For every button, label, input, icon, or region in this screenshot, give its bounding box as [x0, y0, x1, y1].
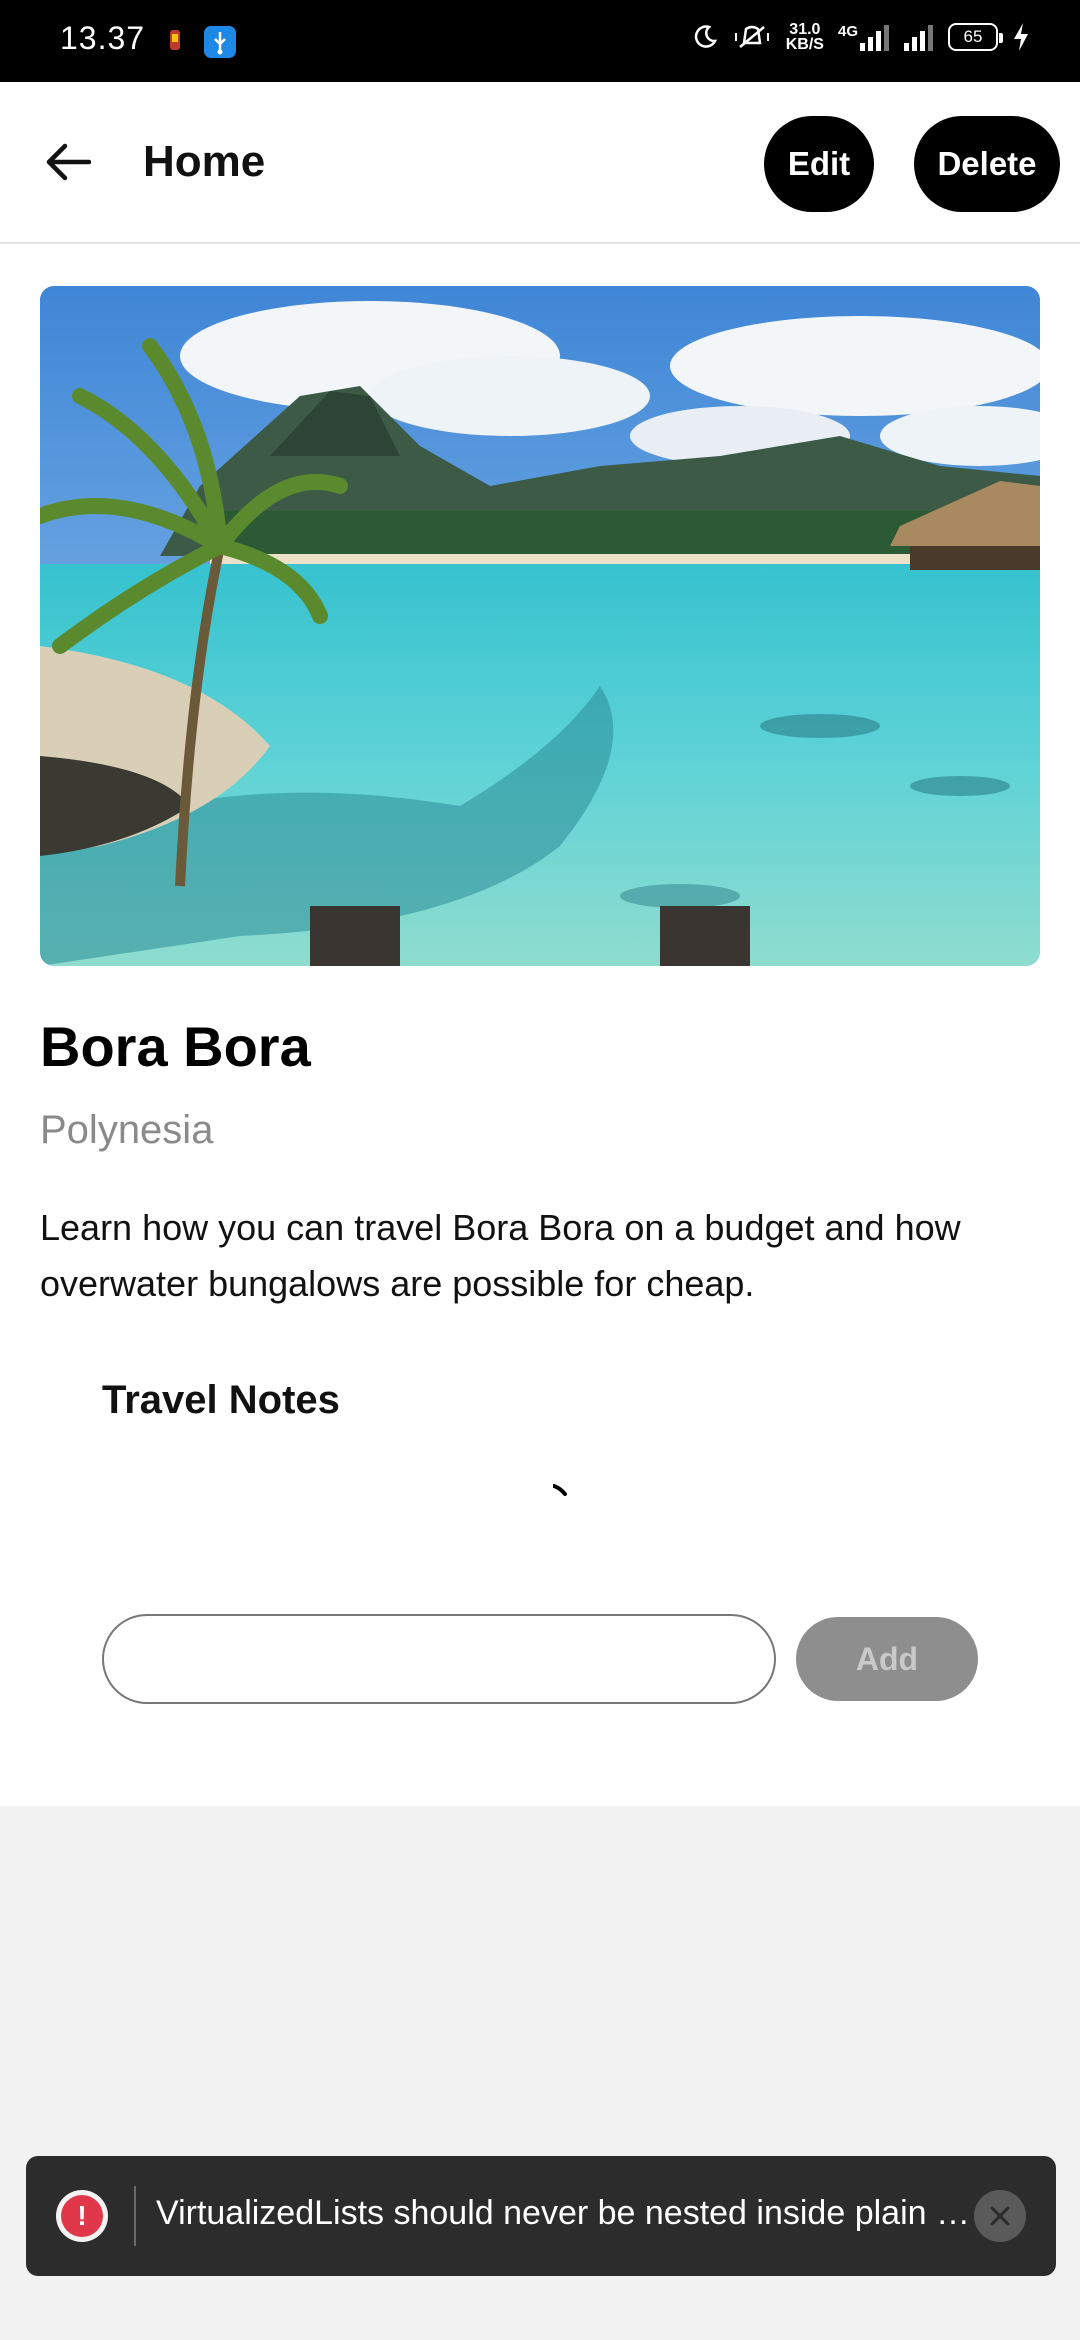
signal-bars-icon: [860, 25, 889, 51]
charging-icon: [1014, 23, 1028, 51]
edit-button[interactable]: Edit: [764, 116, 874, 212]
network-type: 4G: [837, 23, 858, 40]
place-detail: Bora Bora Polynesia Learn how you can tr…: [0, 244, 1080, 1806]
moon-icon: [694, 25, 717, 48]
battery-indicator: 65: [948, 23, 1003, 51]
travel-note-input[interactable]: [102, 1614, 776, 1704]
signal-bars-icon-2: [904, 25, 933, 51]
place-description: Learn how you can travel Bora Bora on a …: [40, 1207, 961, 1304]
toast-message: VirtualizedLists should never be nested …: [156, 2194, 986, 2232]
add-note-button[interactable]: Add: [796, 1617, 978, 1701]
network-speed-unit: KB/S: [785, 36, 824, 53]
app-header: Home Edit Delete: [0, 82, 1080, 244]
arrow-left-icon: [46, 143, 91, 181]
mute-vibrate-icon: [734, 25, 769, 48]
travel-notes-heading: Travel Notes: [102, 1378, 340, 1422]
notification-app-icon: [170, 30, 180, 50]
toast-divider: [134, 2186, 136, 2246]
page-title: Home: [143, 137, 266, 186]
place-hero-image: [40, 286, 1040, 966]
close-icon[interactable]: [974, 2190, 1026, 2242]
signal-4g: 4G: [838, 23, 890, 51]
warning-toast[interactable]: ! VirtualizedLists should never be neste…: [26, 2156, 1056, 2276]
network-speed-value: 31.0: [789, 21, 821, 38]
place-title: Bora Bora: [40, 1015, 311, 1078]
network-speed: 31.0 KB/S: [785, 21, 824, 53]
status-icons: 31.0 KB/S 4G 65: [692, 21, 1030, 53]
status-bar: 13.37 31.0 KB/S 4G 65: [0, 0, 1080, 82]
delete-button[interactable]: Delete: [914, 116, 1060, 212]
usb-icon: [204, 26, 236, 58]
exclamation-icon: !: [56, 2190, 108, 2242]
back-button[interactable]: [38, 127, 98, 197]
place-subtitle: Polynesia: [40, 1108, 214, 1152]
loading-spinner-icon: [553, 1484, 567, 1496]
status-time: 13.37: [60, 20, 146, 56]
